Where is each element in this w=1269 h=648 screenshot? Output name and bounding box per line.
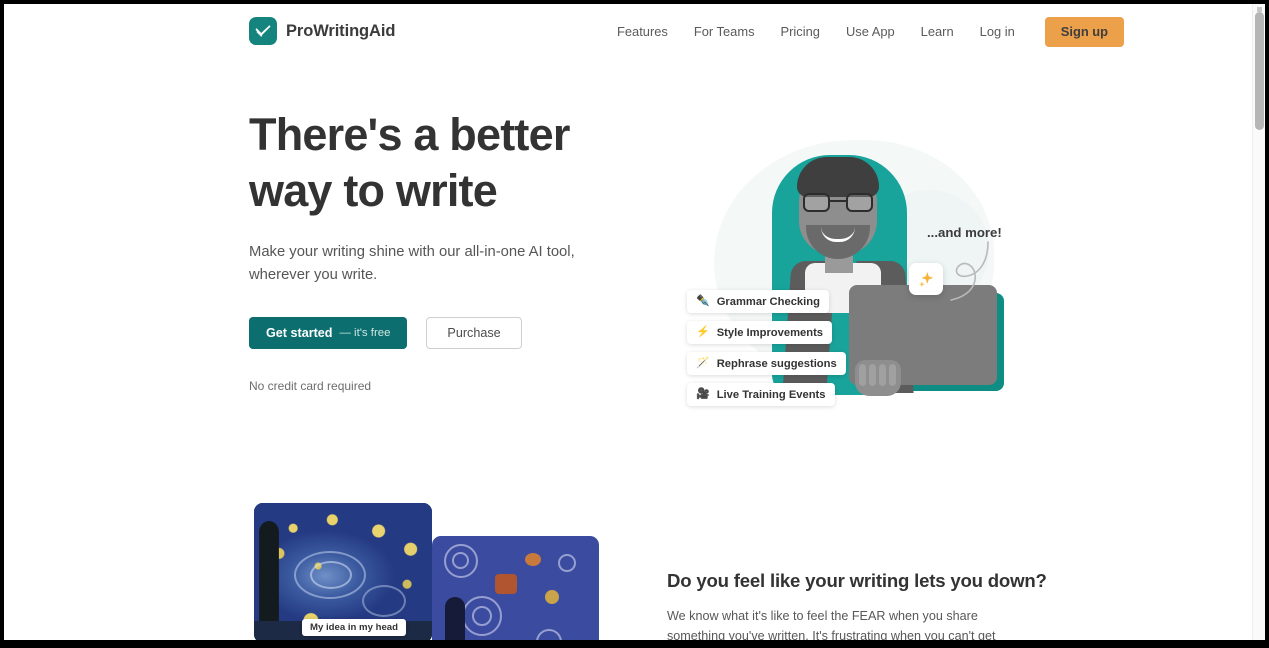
finger <box>889 364 896 386</box>
person-hair <box>797 157 879 197</box>
feature-chip-live-training-events[interactable]: 🎥 Live Training Events <box>687 383 835 406</box>
section-two-title: Do you feel like your writing lets you d… <box>667 570 1047 591</box>
vertical-scrollbar[interactable] <box>1252 4 1265 640</box>
sketch-swirl <box>558 554 576 572</box>
hero-title-line-2: way to write <box>249 165 498 216</box>
glasses-lens-right <box>846 193 873 212</box>
feature-chip-label: Grammar Checking <box>716 295 820 308</box>
sketch-star <box>495 574 517 594</box>
main-navigation: Features For Teams Pricing Use App Learn… <box>604 4 1125 60</box>
hero-copy: There's a better way to write Make your … <box>249 107 599 393</box>
prowritingaid-logo-icon <box>249 17 277 45</box>
nav-item-learn[interactable]: Learn <box>908 4 967 60</box>
finger <box>879 364 886 386</box>
nav-item-for-teams[interactable]: For Teams <box>681 4 768 60</box>
feature-chip-grammar-checking[interactable]: ✒️ Grammar Checking <box>687 290 829 313</box>
get-started-label: Get started <box>266 326 333 340</box>
sketch-star <box>525 553 541 566</box>
video-camera-icon: 🎥 <box>696 388 710 400</box>
glasses-icon <box>803 193 873 212</box>
feature-chip-rephrase-suggestions[interactable]: 🪄 Rephrase suggestions <box>687 352 846 375</box>
nav-item-pricing[interactable]: Pricing <box>768 4 833 60</box>
feature-chip-list: ✒️ Grammar Checking ⚡ Style Improvements… <box>687 290 862 414</box>
hero-title-line-1: There's a better <box>249 109 570 160</box>
sketch-swirl <box>536 629 562 640</box>
section-two-body: We know what it's like to feel the FEAR … <box>667 609 996 640</box>
painting-swirl <box>362 585 406 617</box>
hero-title: There's a better way to write <box>249 107 599 219</box>
writing-lets-you-down-section: My idea in my head Do you feel like your… <box>4 480 1252 640</box>
hero-illustration: ...and more! ✒️ Grammar Checking ⚡ Style… <box>659 115 1019 445</box>
feature-chip-label: Live Training Events <box>716 388 826 401</box>
magic-wand-icon: 🪄 <box>696 357 710 369</box>
quill-pen-icon: ✒️ <box>696 295 710 307</box>
site-header: ProWritingAid Features For Teams Pricing… <box>4 4 1252 60</box>
and-more-label: ...and more! <box>927 225 1002 240</box>
scrollbar-thumb[interactable] <box>1255 12 1264 130</box>
sign-up-button[interactable]: Sign up <box>1044 17 1125 47</box>
curved-arrow-icon <box>950 241 989 301</box>
brand-name: ProWritingAid <box>286 21 396 40</box>
glasses-lens-left <box>803 193 830 212</box>
lightning-bolt-icon: ⚡ <box>696 326 710 338</box>
sketch-cypress-tree <box>445 597 465 640</box>
nav-item-use-app[interactable]: Use App <box>833 4 908 60</box>
sketch-swirl <box>472 606 492 626</box>
hero-section: There's a better way to write Make your … <box>4 60 1252 480</box>
sketch-swirl <box>452 552 469 569</box>
page-canvas: ProWritingAid Features For Teams Pricing… <box>4 4 1252 640</box>
finger <box>869 364 876 386</box>
brand-logo-link[interactable]: ProWritingAid <box>249 17 395 45</box>
get-started-button[interactable]: Get started — it's free <box>249 317 408 349</box>
section-two-copy: Do you feel like your writing lets you d… <box>667 570 1047 640</box>
sketch-star <box>545 590 559 604</box>
no-credit-card-note: No credit card required <box>249 379 372 393</box>
hero-subtitle: Make your writing shine with our all-in-… <box>249 244 575 283</box>
feature-chip-label: Rephrase suggestions <box>716 357 837 370</box>
hero-actions: Get started — it's free Purchase <box>249 317 599 349</box>
get-started-suffix: — it's free <box>339 327 391 339</box>
idea-caption-label: My idea in my head <box>302 619 406 636</box>
sketch-version-card <box>432 536 599 640</box>
nav-item-log-in[interactable]: Log in <box>967 4 1028 60</box>
purchase-button[interactable]: Purchase <box>426 317 522 349</box>
feature-chip-style-improvements[interactable]: ⚡ Style Improvements <box>687 321 833 344</box>
feature-chip-label: Style Improvements <box>716 326 824 339</box>
browser-viewport: ProWritingAid Features For Teams Pricing… <box>4 4 1265 640</box>
painting-swirl <box>310 561 352 589</box>
nav-item-features[interactable]: Features <box>604 4 681 60</box>
idea-illustration: My idea in my head <box>254 503 599 640</box>
glasses-bridge <box>830 200 846 203</box>
